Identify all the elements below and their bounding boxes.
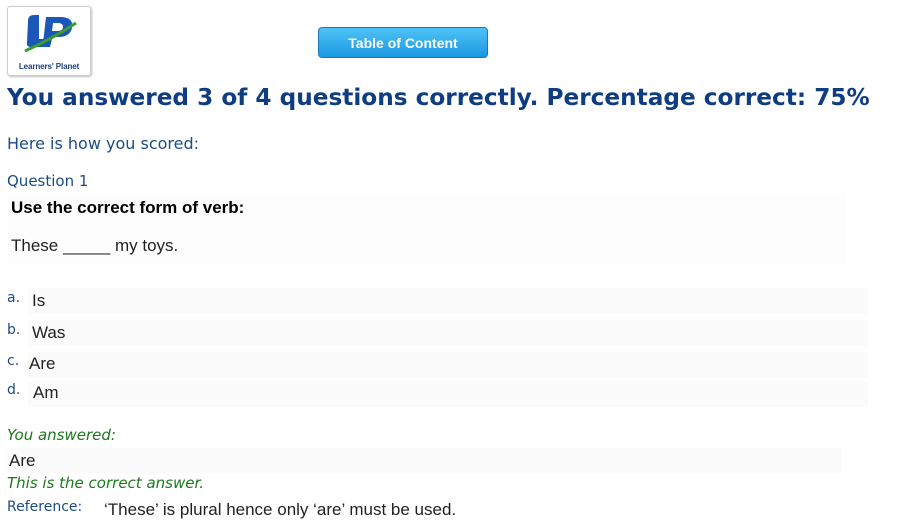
logo-text: Learners' Planet: [18, 62, 80, 71]
option-letter-b: b.: [7, 322, 21, 338]
you-answered-label: You answered:: [7, 426, 116, 444]
reference-text: ‘These’ is plural hence only ‘are’ must …: [104, 500, 457, 519]
option-letter-c: c.: [7, 353, 20, 369]
lp-logo-icon: [24, 15, 77, 53]
table-of-content-button[interactable]: Table of Content: [318, 27, 488, 58]
option-letter-a: a.: [7, 290, 21, 306]
option-text-b: Was: [32, 323, 66, 342]
option-letter-d: d.: [7, 382, 21, 398]
user-answer: Are: [9, 451, 36, 470]
option-row-c: [28, 352, 868, 378]
learners-planet-logo: Learners' Planet: [7, 6, 91, 76]
option-text-c: Are: [29, 354, 56, 373]
option-row-a: [28, 288, 868, 314]
question-instruction: Use the correct form of verb:: [11, 198, 245, 217]
option-row-d: [28, 381, 868, 407]
option-row-b: [28, 320, 868, 346]
option-text-d: Am: [33, 383, 59, 402]
reference-label: Reference:: [7, 499, 83, 515]
answer-box: [7, 448, 842, 473]
option-text-a: Is: [32, 291, 46, 310]
question-number: Question 1: [7, 172, 89, 190]
score-summary: You answered 3 of 4 questions correctly.…: [7, 84, 870, 111]
scored-label: Here is how you scored:: [7, 134, 200, 153]
correct-answer-message: This is the correct answer.: [7, 474, 205, 492]
question-sentence: These _____ my toys.: [11, 236, 179, 255]
